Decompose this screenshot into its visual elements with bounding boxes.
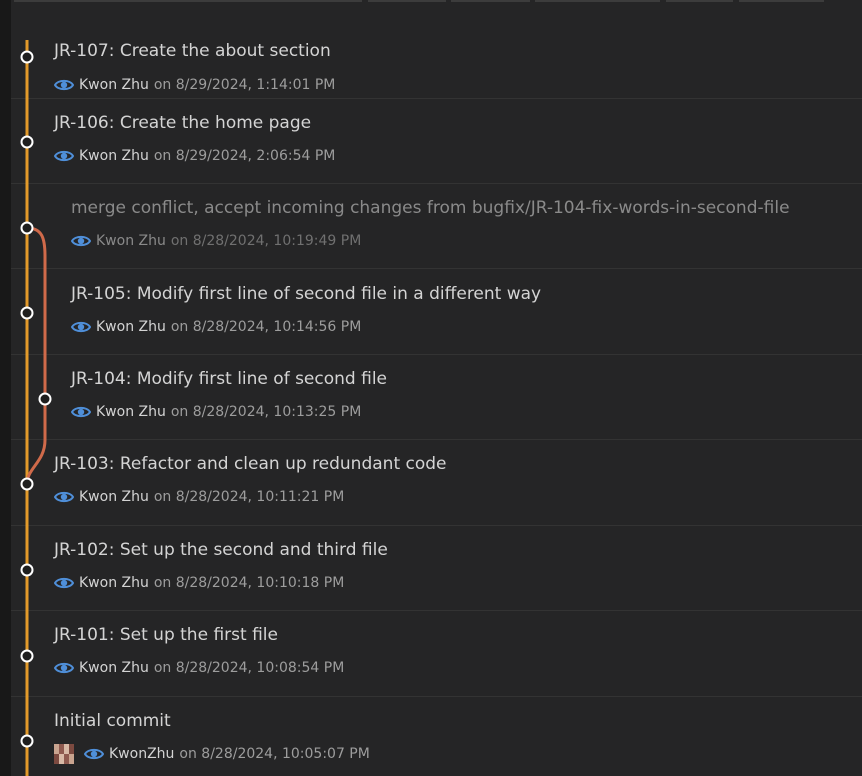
top-tab-edges <box>0 0 862 2</box>
commit-meta: Kwon Zhu on 8/28/2024, 10:13:25 PM <box>71 403 361 421</box>
eye-icon[interactable] <box>54 660 74 676</box>
commit-title: JR-103: Refactor and clean up redundant … <box>54 454 447 474</box>
commit-author: Kwon Zhu <box>96 233 166 249</box>
commit-date: on 8/28/2024, 10:08:54 PM <box>153 660 345 676</box>
commit-date: on 8/28/2024, 10:10:18 PM <box>153 575 345 591</box>
commit-row[interactable]: JR-101: Set up the first file Kwon Zhu o… <box>11 612 862 697</box>
commit-date: on 8/28/2024, 10:14:56 PM <box>170 319 362 335</box>
eye-icon[interactable] <box>71 404 91 420</box>
commit-row[interactable]: JR-106: Create the home page Kwon Zhu on… <box>11 99 862 184</box>
commit-row[interactable]: JR-103: Refactor and clean up redundant … <box>11 441 862 526</box>
eye-icon[interactable] <box>54 489 74 505</box>
commit-author: Kwon Zhu <box>79 575 149 591</box>
eye-icon[interactable] <box>54 77 74 93</box>
commit-title: JR-105: Modify first line of second file… <box>71 284 542 304</box>
eye-icon[interactable] <box>71 319 91 335</box>
commit-history-view: JR-107: Create the about section Kwon Zh… <box>0 0 862 776</box>
commit-meta: Kwon Zhu on 8/29/2024, 1:14:01 PM <box>54 76 335 94</box>
eye-icon[interactable] <box>84 746 104 762</box>
commit-title: JR-101: Set up the first file <box>54 625 278 645</box>
commit-date: on 8/29/2024, 2:06:54 PM <box>153 148 336 164</box>
commit-row[interactable]: JR-102: Set up the second and third file… <box>11 526 862 611</box>
commit-meta: Kwon Zhu on 8/28/2024, 10:19:49 PM <box>71 232 361 250</box>
commit-date: on 8/28/2024, 10:11:21 PM <box>153 489 345 505</box>
commit-meta: Kwon Zhu on 8/28/2024, 10:11:21 PM <box>54 488 344 506</box>
commit-title: merge conflict, accept incoming changes … <box>71 198 790 218</box>
commit-meta: Kwon Zhu on 8/28/2024, 10:08:54 PM <box>54 659 344 677</box>
tab-edge <box>535 0 660 2</box>
commit-author: Kwon Zhu <box>79 148 149 164</box>
tab-edge <box>14 0 362 2</box>
eye-icon[interactable] <box>54 575 74 591</box>
commit-author: Kwon Zhu <box>79 77 149 93</box>
commit-date: on 8/28/2024, 10:19:49 PM <box>170 233 362 249</box>
commit-author: KwonZhu <box>109 746 175 762</box>
commit-row[interactable]: merge conflict, accept incoming changes … <box>11 184 862 269</box>
commit-title: Initial commit <box>54 711 171 731</box>
commit-title: JR-106: Create the home page <box>54 113 312 133</box>
commit-row[interactable]: JR-104: Modify first line of second file… <box>11 355 862 440</box>
commit-author: Kwon Zhu <box>79 660 149 676</box>
eye-icon[interactable] <box>54 148 74 164</box>
commit-row[interactable]: Initial commit KwonZhu on 8/28/2024, 10:… <box>11 697 862 776</box>
commit-date: on 8/29/2024, 1:14:01 PM <box>153 77 336 93</box>
commit-date: on 8/28/2024, 10:13:25 PM <box>170 404 362 420</box>
commit-author: Kwon Zhu <box>79 489 149 505</box>
commit-author: Kwon Zhu <box>96 319 166 335</box>
commit-row[interactable]: JR-105: Modify first line of second file… <box>11 270 862 355</box>
tab-edge <box>451 0 530 2</box>
tab-edge <box>368 0 446 2</box>
commit-title: JR-102: Set up the second and third file <box>54 540 388 560</box>
tab-edge <box>739 0 824 2</box>
activity-strip <box>0 0 11 776</box>
tab-edge <box>666 0 733 2</box>
commit-meta: Kwon Zhu on 8/29/2024, 2:06:54 PM <box>54 147 335 165</box>
avatar <box>54 744 74 764</box>
commit-title: JR-107: Create the about section <box>54 41 331 61</box>
commit-title: JR-104: Modify first line of second file <box>71 369 388 389</box>
commit-meta: KwonZhu on 8/28/2024, 10:05:07 PM <box>54 744 370 764</box>
commit-meta: Kwon Zhu on 8/28/2024, 10:14:56 PM <box>71 318 361 336</box>
eye-icon[interactable] <box>71 233 91 249</box>
commit-author: Kwon Zhu <box>96 404 166 420</box>
commit-row[interactable]: JR-107: Create the about section Kwon Zh… <box>11 14 862 99</box>
commit-date: on 8/28/2024, 10:05:07 PM <box>179 746 370 762</box>
commit-meta: Kwon Zhu on 8/28/2024, 10:10:18 PM <box>54 574 344 592</box>
